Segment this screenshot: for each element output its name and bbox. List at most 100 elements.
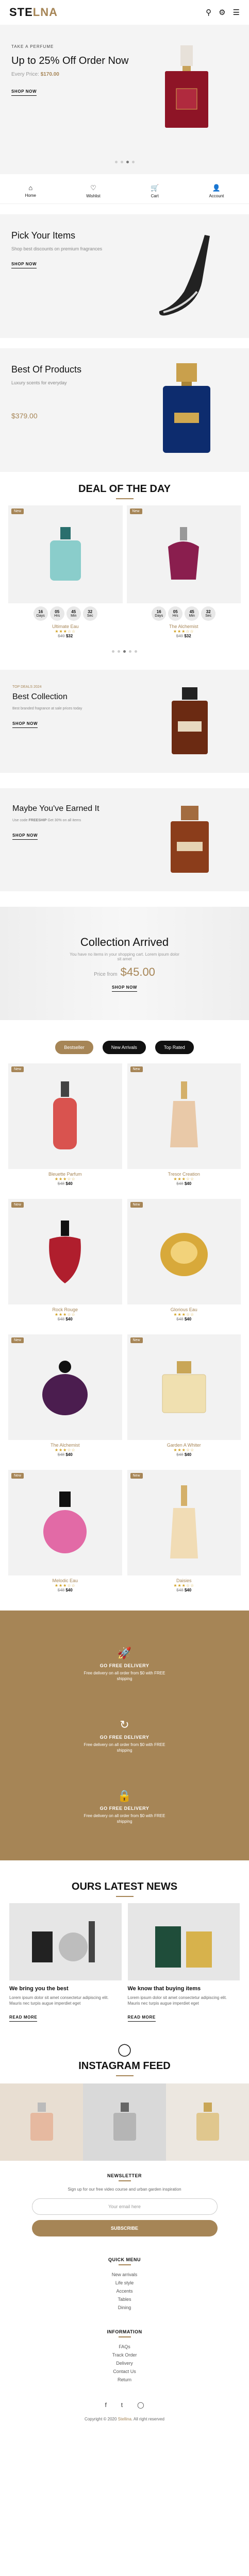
instagram-icon[interactable]: ◯ bbox=[137, 2401, 144, 2409]
product-card[interactable]: New Daisies ★★★☆☆ $48 $40 bbox=[127, 1470, 241, 1600]
subscribe-button[interactable]: SUBSCRIBE bbox=[31, 2220, 218, 2236]
countdown-value: 45 bbox=[189, 609, 194, 614]
collection-desc: You have no items in your shopping cart.… bbox=[70, 952, 179, 961]
twitter-icon[interactable]: t bbox=[121, 2401, 123, 2409]
instagram-post[interactable] bbox=[83, 2083, 166, 2161]
footer-link[interactable]: New arrivals bbox=[0, 2270, 249, 2279]
hero-shop-now-button[interactable]: SHOP NOW bbox=[11, 89, 37, 96]
rocket-icon: 🚀 bbox=[117, 1647, 132, 1660]
read-more-link[interactable]: READ MORE bbox=[9, 2015, 38, 2022]
footer-link[interactable]: Contact Us bbox=[0, 2367, 249, 2376]
deal-title: DEAL OF THE DAY bbox=[78, 483, 171, 495]
footer-link[interactable]: Life style bbox=[0, 2279, 249, 2287]
sale-price: $40 bbox=[184, 1317, 192, 1321]
gear-icon[interactable]: ⚙ bbox=[219, 8, 225, 17]
hero-dot[interactable] bbox=[114, 161, 118, 163]
rating-stars: ★★★☆☆ bbox=[173, 629, 194, 634]
product-name[interactable]: Melodic Eau bbox=[8, 1578, 122, 1583]
old-price: $48 bbox=[176, 1452, 184, 1457]
deal-dot[interactable] bbox=[118, 650, 120, 653]
tab-new-arrivals[interactable]: New Arrivals bbox=[102, 1041, 146, 1054]
product-name[interactable]: Tresor Creation bbox=[127, 1172, 241, 1177]
copyright-brand[interactable]: Stellina bbox=[118, 2417, 131, 2421]
new-badge: New bbox=[130, 1202, 143, 1208]
footer-link[interactable]: Accents bbox=[0, 2287, 249, 2295]
nav-item-home[interactable]: ⌂ Home bbox=[25, 184, 36, 198]
product-price: $49 $32 bbox=[127, 634, 241, 638]
product-name[interactable]: Ultimate Eau bbox=[8, 624, 123, 629]
product-image: New bbox=[8, 1470, 122, 1575]
banner-shop-now-button[interactable]: SHOP NOW bbox=[12, 721, 38, 728]
hero-price: Every Price: $170.00 bbox=[11, 72, 136, 77]
instagram-post[interactable] bbox=[0, 2083, 83, 2161]
footer-link[interactable]: Track Order bbox=[0, 2351, 249, 2359]
product-card[interactable]: New Melodic Eau ★★★☆☆ $48 $40 bbox=[8, 1470, 122, 1600]
product-card[interactable]: New Garden A Whiter ★★★☆☆ $48 $40 bbox=[127, 1334, 241, 1465]
product-name[interactable]: Bleuette Parfum bbox=[8, 1172, 122, 1177]
footer-link[interactable]: Delivery bbox=[0, 2359, 249, 2367]
news-image bbox=[9, 1903, 122, 1980]
user-icon: 👤 bbox=[212, 183, 221, 192]
hero-dot[interactable] bbox=[126, 161, 129, 163]
collection-shop-now-button[interactable]: SHOP NOW bbox=[111, 985, 138, 992]
countdown-unit: Hrs bbox=[54, 614, 60, 618]
tab-top-rated[interactable]: Top Rated bbox=[155, 1041, 194, 1054]
deal-card[interactable]: New 16 Days 05 Hrs 45 Min 32 Sec Ultimate Ea… bbox=[8, 505, 123, 638]
tab-bestseller[interactable]: Bestseller bbox=[55, 1041, 93, 1054]
product-name[interactable]: The Alchemist bbox=[127, 624, 241, 629]
perfume-shoe-image bbox=[159, 235, 210, 316]
deal-dot[interactable] bbox=[129, 650, 131, 653]
product-name[interactable]: The Alchemist bbox=[8, 1443, 122, 1448]
product-card[interactable]: New The Alchemist ★★★☆☆ $48 $40 bbox=[8, 1334, 122, 1465]
email-field[interactable]: Your email here bbox=[31, 2198, 218, 2215]
news-card[interactable]: We know that buying items Lorem ipsum do… bbox=[127, 1903, 240, 2022]
product-price: $48 $40 bbox=[127, 1181, 241, 1186]
instagram-post[interactable] bbox=[166, 2083, 249, 2161]
deal-dot[interactable] bbox=[135, 650, 137, 653]
product-name[interactable]: Garden A Whiter bbox=[127, 1443, 241, 1448]
nav-item-cart[interactable]: 🛒 Cart bbox=[151, 184, 159, 198]
product-image: New bbox=[8, 1063, 122, 1169]
product-card[interactable]: New Tresor Creation ★★★☆☆ $48 $40 bbox=[127, 1063, 241, 1194]
hero-dot[interactable] bbox=[131, 161, 135, 163]
footer-link[interactable]: Tables bbox=[0, 2295, 249, 2303]
instagram-icon[interactable]: ◯ bbox=[0, 2042, 249, 2057]
nav-item-account[interactable]: 👤 Account bbox=[209, 184, 224, 198]
nav-label: Home bbox=[25, 193, 36, 198]
hero-content: TAKE A PERFUME Up to 25% Off Order Now E… bbox=[11, 44, 136, 174]
deal-dot[interactable] bbox=[123, 650, 126, 653]
logo[interactable]: STELNA bbox=[9, 6, 58, 19]
footer-link[interactable]: FAQs bbox=[0, 2343, 249, 2351]
service-item: 🔒 GO FREE DELIVERY Free delivery on all or… bbox=[78, 1789, 171, 1824]
product-name[interactable]: Glorious Eau bbox=[127, 1307, 241, 1312]
product-card[interactable]: New Glorious Eau ★★★☆☆ $48 $40 bbox=[127, 1199, 241, 1329]
news-excerpt: Lorem ipsum dolor sit amet consectetur a… bbox=[9, 1995, 109, 2006]
promo-shop-now-button[interactable]: SHOP NOW bbox=[11, 262, 37, 268]
news-headline[interactable]: We know that buying items bbox=[128, 1986, 240, 1992]
facebook-icon[interactable]: f bbox=[105, 2401, 106, 2409]
copyright-tail: . All right reserved bbox=[131, 2417, 164, 2421]
product-card[interactable]: New Rock Rouge ★★★☆☆ $48 $40 bbox=[8, 1199, 122, 1329]
product-price: $49 $32 bbox=[8, 634, 123, 638]
banner-shop-now-button[interactable]: SHOP NOW bbox=[12, 833, 38, 840]
deal-dot[interactable] bbox=[112, 650, 114, 653]
product-image: New bbox=[8, 1199, 122, 1304]
product-name[interactable]: Daisies bbox=[127, 1578, 241, 1583]
deal-card[interactable]: New 16 Days 05 Hrs 45 Min 32 Sec The Alchemi… bbox=[126, 505, 241, 638]
service-item: 🚀 GO FREE DELIVERY Free delivery on all or… bbox=[78, 1647, 171, 1682]
footer-link[interactable]: Dining bbox=[0, 2303, 249, 2312]
news-headline[interactable]: We bring you the best bbox=[9, 1986, 122, 1992]
news-list: We bring you the best Lorem ipsum dolor … bbox=[0, 1903, 249, 2022]
product-name[interactable]: Rock Rouge bbox=[8, 1307, 122, 1312]
search-icon[interactable]: ⚲ bbox=[206, 8, 211, 17]
hero-dot[interactable] bbox=[120, 161, 123, 163]
product-card[interactable]: New Bleuette Parfum ★★★☆☆ $48 $40 bbox=[8, 1063, 122, 1194]
product-price: $48 $40 bbox=[8, 1588, 122, 1592]
countdown-minutes: 45 Min bbox=[185, 606, 200, 621]
menu-icon[interactable]: ☰ bbox=[233, 8, 240, 17]
makeup-image bbox=[31, 1921, 95, 1962]
news-card[interactable]: We bring you the best Lorem ipsum dolor … bbox=[9, 1903, 122, 2022]
read-more-link[interactable]: READ MORE bbox=[127, 2015, 156, 2022]
footer-link[interactable]: Return bbox=[0, 2376, 249, 2384]
nav-item-wishlist[interactable]: ♡ Wishlist bbox=[86, 184, 101, 198]
